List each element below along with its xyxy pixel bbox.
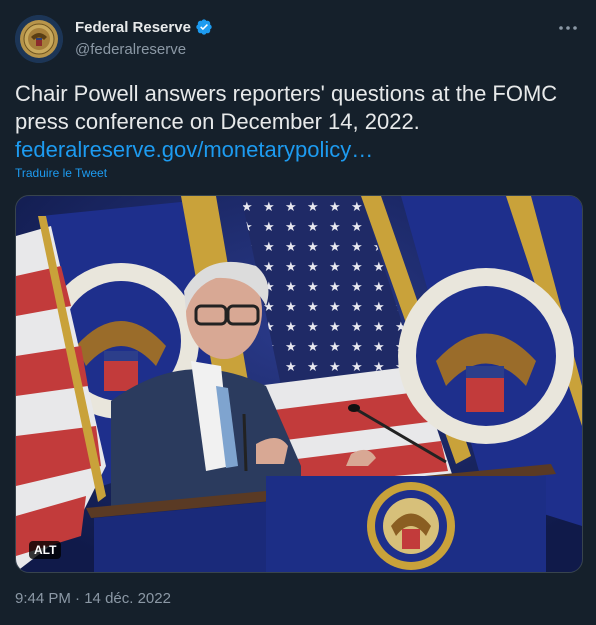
tweet-body: Chair Powell answers reporters' question…: [15, 81, 558, 134]
tweet-time[interactable]: 9:44 PM: [15, 590, 71, 607]
more-options-button[interactable]: [556, 18, 580, 38]
account-name[interactable]: Federal Reserve: [75, 19, 191, 36]
tweet-card[interactable]: Federal Reserve @federalreserve Chair Po…: [0, 0, 596, 625]
timestamp-separator: ·: [75, 590, 81, 607]
more-options-icon: [559, 26, 577, 30]
tweet-link[interactable]: federalreserve.gov/monetarypolicy…: [15, 136, 575, 164]
account-handle[interactable]: @federalreserve: [75, 41, 186, 58]
tweet-date[interactable]: 14 déc. 2022: [84, 590, 171, 607]
fed-seal-avatar-icon: [15, 15, 63, 63]
translate-tweet-link[interactable]: Traduire le Tweet: [15, 166, 107, 180]
tweet-media-photo[interactable]: ★: [15, 195, 583, 573]
tweet-timestamp[interactable]: 9:44 PM · 14 déc. 2022: [15, 590, 171, 607]
press-conference-photo: ★: [16, 196, 582, 572]
account-name-row[interactable]: Federal Reserve: [75, 18, 213, 36]
avatar[interactable]: [15, 15, 63, 63]
alt-text-badge[interactable]: ALT: [29, 541, 62, 559]
tweet-text: Chair Powell answers reporters' question…: [15, 80, 575, 164]
verified-badge-icon: [196, 19, 212, 35]
